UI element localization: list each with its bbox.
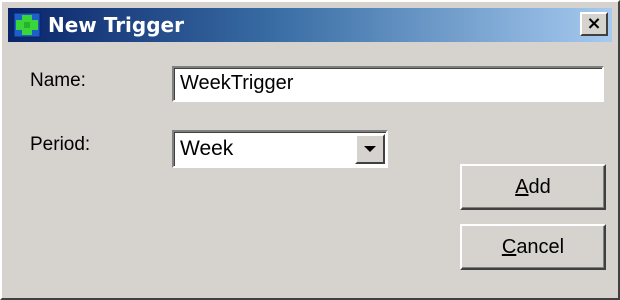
period-label: Period: [30,134,91,155]
cancel-button[interactable]: Cancel [460,224,606,270]
window-title: New Trigger [48,13,184,37]
name-field[interactable]: WeekTrigger [172,66,604,102]
period-selected-value: Week [180,137,234,160]
cancel-button-mnemonic: C [501,235,517,258]
add-button-label-rest: dd [528,175,551,198]
chevron-down-icon [364,146,376,152]
dialog-window: New Trigger × Name: WeekTrigger Period: … [0,0,620,300]
add-button-mnemonic: A [515,175,529,198]
period-dropdown[interactable]: Week [172,130,388,168]
dropdown-arrow-button[interactable] [355,134,385,164]
cancel-button-label-rest: ancel [516,235,565,258]
close-button[interactable]: × [580,12,608,36]
close-icon: × [586,13,602,34]
add-button[interactable]: Add [460,164,606,210]
app-grid-icon [12,11,42,39]
name-label: Name: [30,70,86,91]
title-bar[interactable]: New Trigger × [8,8,612,42]
